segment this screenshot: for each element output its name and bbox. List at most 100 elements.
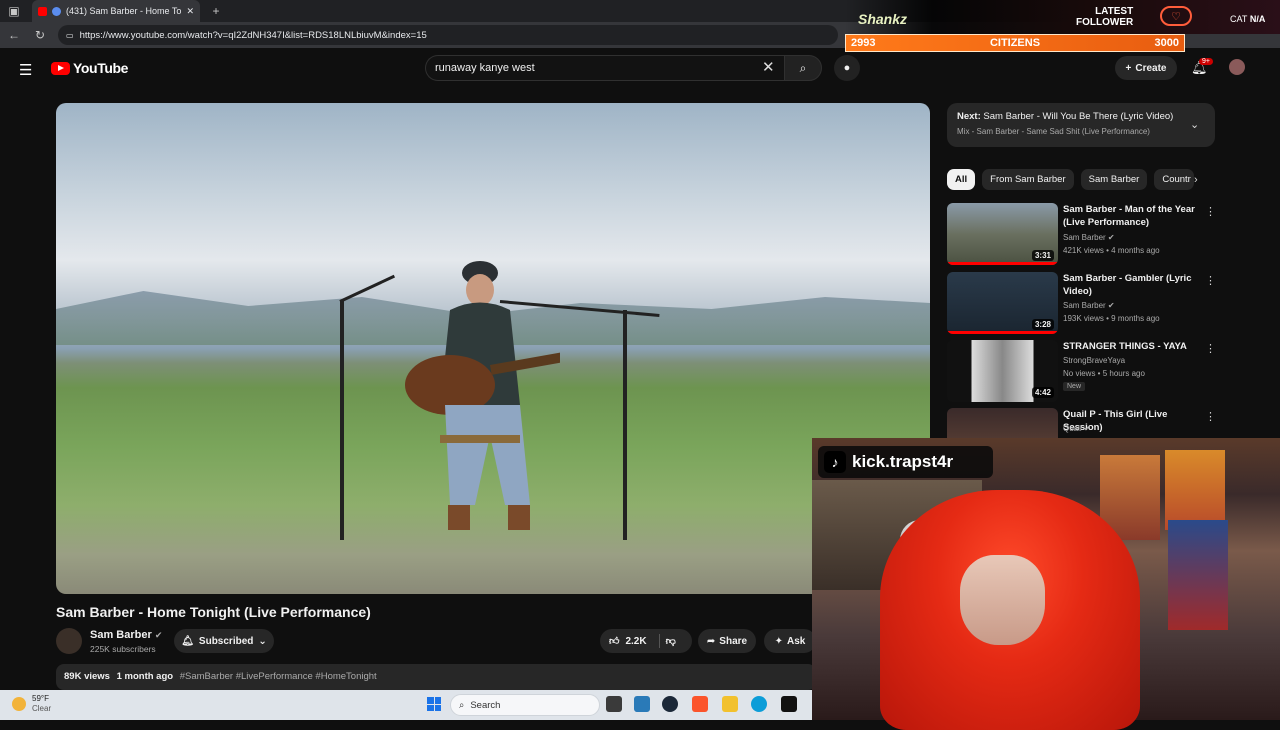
voice-search-button[interactable]: ● [834,55,860,81]
recommendation-thumbnail[interactable]: 4:42 [947,340,1058,402]
recommendation-thumbnail[interactable]: 3:31 [947,203,1058,265]
account-avatar[interactable] [1229,59,1245,75]
task-view-icon[interactable] [606,696,622,712]
bell-icon: 🔔︎ [181,635,194,647]
next-prefix: Next: [957,111,981,122]
menu-icon[interactable]: ☰ [19,61,32,79]
duration-badge: 3:31 [1031,250,1054,261]
duration-badge: 3:28 [1031,319,1054,330]
recommendation-channel: Sam Barber ✔ [1063,301,1115,310]
recommendation-thumbnail[interactable]: 3:28 [947,272,1058,334]
windows-start-icon[interactable] [427,697,441,711]
new-badge: New [1063,382,1086,391]
thumbs-up-icon[interactable]: 👍︎ [609,635,619,647]
file-explorer-icon[interactable] [722,696,738,712]
recommendation-title: STRANGER THINGS - YAYA [1063,341,1187,352]
more-options-icon[interactable]: ⋮ [1205,410,1216,423]
more-options-icon[interactable]: ⋮ [1205,342,1216,355]
latest-line2: FOLLOWER [1076,17,1134,28]
taskbar-search-label: Search [470,699,501,711]
sparkle-icon: ✦ [774,635,784,647]
search-icon: ⌕ [799,60,807,75]
recommendation-item[interactable]: 4:42 STRANGER THINGS - YAYA StrongBraveY… [947,340,1217,404]
url-field[interactable]: ▭ https://www.youtube.com/watch?v=qI2ZdN… [58,25,838,45]
chip-country[interactable]: Countr [1154,169,1195,190]
youtube-favicon-icon [38,6,47,16]
mic-stand-right [623,310,627,540]
notepad-icon[interactable] [634,696,650,712]
chip-from-sam-barber[interactable]: From Sam Barber [982,169,1074,190]
chevron-down-icon[interactable]: ⌄ [1190,118,1199,131]
more-options-icon[interactable]: ⋮ [1205,274,1216,287]
heart-icon: ♡ [1160,6,1192,26]
subscribed-button[interactable]: 🔔︎ Subscribed ⌄ [174,629,274,653]
recommendation-thumbnail[interactable] [947,408,1058,438]
cat-text: CAT [1230,14,1248,24]
thumbs-down-icon[interactable]: 👎︎ [666,635,676,647]
search-value: runaway kanye west [435,62,535,74]
create-button[interactable]: + Create [1115,56,1177,80]
ask-button[interactable]: ✦ Ask [764,629,816,653]
share-button[interactable]: ➦ Share [698,629,756,653]
chip-all[interactable]: All [947,169,976,190]
weather-widget[interactable]: 59°F Clear [12,694,51,714]
recommendation-channel: Quail ✔ [1063,424,1091,433]
browser-tab[interactable]: (431) Sam Barber - Home To ✕ [32,0,200,22]
recommendation-title: Sam Barber - Man of the Year (Live Perfo… [1063,204,1195,228]
weather-temp: 59°F [32,694,49,703]
hashtags[interactable]: #SamBarber #LivePerformance #HomeTonight [180,671,377,682]
duration-badge: 4:42 [1031,387,1054,398]
view-count: 89K views [64,671,110,682]
share-label: Share [719,635,748,647]
new-tab-icon[interactable]: + [208,4,224,18]
chip-sam-barber[interactable]: Sam Barber [1080,169,1148,190]
channel-avatar[interactable] [56,628,82,654]
recommendation-item[interactable]: 3:28 Sam Barber - Gambler (Lyric Video) … [947,272,1217,336]
reload-icon[interactable]: ↻ [32,28,48,42]
up-next-box[interactable]: Next: Sam Barber - Will You Be There (Ly… [947,103,1215,147]
tiktok-app-icon[interactable] [781,696,797,712]
tab-list-icon[interactable]: ▣ [6,4,22,18]
back-icon[interactable]: ← [6,28,22,42]
cat-label: CAT N/A [1230,14,1265,24]
windows-taskbar [0,690,812,720]
edge-icon[interactable] [751,696,767,712]
video-title: Sam Barber - Home Tonight (Live Performa… [56,604,371,620]
verified-icon: ✔ [1107,301,1115,310]
recommendation-item[interactable]: 3:31 Sam Barber - Man of the Year (Live … [947,203,1217,267]
chevron-right-icon[interactable]: › [1194,174,1198,186]
microphone-icon: ● [843,62,851,74]
like-count[interactable]: 2.2K [625,636,646,647]
youtube-logo[interactable]: YouTube [51,60,128,76]
more-options-icon[interactable]: ⋮ [1205,205,1216,218]
channel-name-text: Sam Barber [90,629,152,641]
tab-close-icon[interactable]: ✕ [186,6,194,17]
verified-icon: ✔ [1083,424,1091,433]
plus-icon: + [1125,62,1132,74]
steam-icon[interactable] [662,696,678,712]
like-dislike-group: 👍︎ 2.2K 👎︎ [600,629,692,653]
chevron-down-icon: ⌄ [258,635,267,647]
goal-label: CITIZENS [989,37,1041,49]
recommendation-item[interactable]: Quail P - This Girl (Live Session) Quail… [947,408,1217,438]
youtube-play-icon [51,61,70,75]
mic-stand-left [340,300,344,540]
brave-icon[interactable] [692,696,708,712]
search-icon: ⌕ [459,699,465,711]
filter-chips: All From Sam Barber Sam Barber Countr [947,169,1195,190]
recommendation-meta: No views • 5 hours ago [1063,369,1145,378]
youtube-logo-text: YouTube [73,60,129,76]
channel-name[interactable]: Sam Barber ✔ [90,629,162,641]
url-text: https://www.youtube.com/watch?v=qI2ZdNH3… [79,29,427,41]
description-box[interactable]: 89K views 1 month ago #SamBarber #LivePe… [56,664,816,690]
search-button[interactable]: ⌕ [784,55,822,81]
create-label: Create [1135,62,1167,74]
goal-target: 3000 [1154,37,1179,49]
taskbar-search[interactable]: ⌕ Search [450,694,600,716]
tab-title: (431) Sam Barber - Home To [66,6,182,16]
clear-search-icon[interactable]: ✕ [762,58,775,76]
moon-weather-icon [12,697,26,711]
subscribed-label: Subscribed [198,635,254,647]
search-input[interactable]: runaway kanye west [425,55,785,81]
stream-overlay-banner [845,0,1280,34]
